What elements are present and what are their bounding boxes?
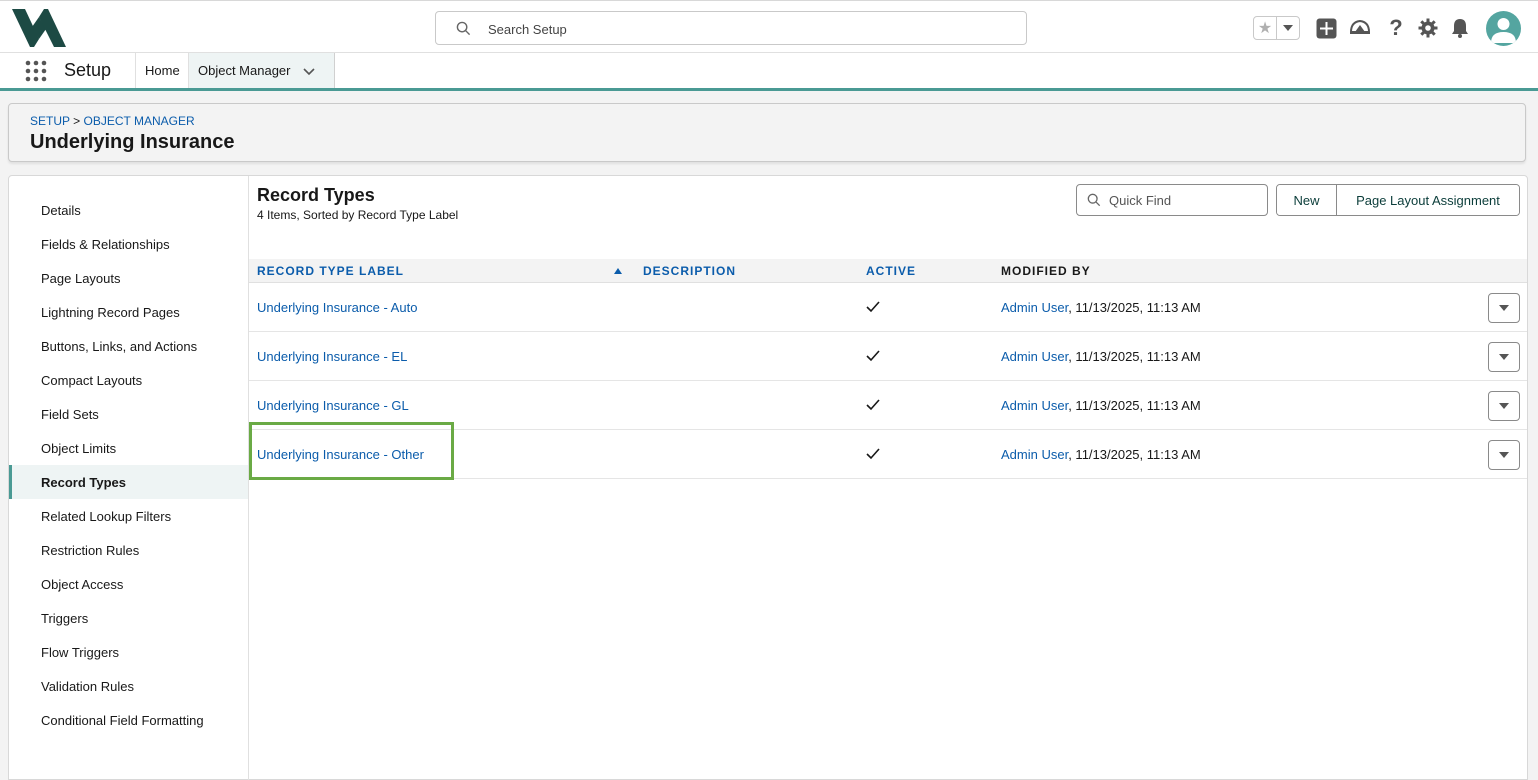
record-type-link[interactable]: Underlying Insurance - Auto	[257, 300, 417, 315]
sidebar-item-compact-layouts[interactable]: Compact Layouts	[9, 363, 248, 397]
search-icon	[456, 21, 471, 36]
favorites-button-group: ★	[1253, 16, 1300, 40]
app-name: Setup	[64, 60, 112, 80]
chevron-down-icon	[1499, 305, 1509, 311]
tab-home-label: Home	[145, 63, 180, 78]
sidebar-item-object-access[interactable]: Object Access	[9, 567, 248, 601]
modified-date: , 11/13/2025, 11:13 AM	[1068, 300, 1201, 315]
sidebar-item-lightning-record-pages[interactable]: Lightning Record Pages	[9, 295, 248, 329]
search-input[interactable]	[488, 19, 1008, 39]
page-title: Underlying Insurance	[30, 131, 235, 153]
favorites-star-icon[interactable]: ★	[1254, 17, 1277, 39]
checkmark-icon	[866, 399, 880, 411]
global-actions-plus-icon[interactable]	[1314, 16, 1338, 40]
modified-date: , 11/13/2025, 11:13 AM	[1068, 447, 1201, 462]
table-row: Underlying Insurance - GL Admin User, 11…	[249, 381, 1527, 430]
main-panel: Details Fields & Relationships Page Layo…	[8, 175, 1528, 780]
setup-gear-icon[interactable]	[1416, 16, 1440, 40]
sidebar-item-validation-rules[interactable]: Validation Rules	[9, 669, 248, 703]
row-actions-button[interactable]	[1488, 342, 1520, 372]
sort-ascending-icon[interactable]	[614, 268, 622, 274]
new-button[interactable]: New	[1277, 185, 1337, 215]
row-actions-button[interactable]	[1488, 440, 1520, 470]
help-icon[interactable]: ?	[1384, 15, 1408, 40]
record-type-label-cell: Underlying Insurance - Other	[257, 447, 424, 462]
app-launcher-icon[interactable]	[25, 60, 47, 82]
favorites-dropdown-icon[interactable]	[1277, 17, 1299, 39]
modified-by-cell: Admin User, 11/13/2025, 11:13 AM	[1001, 349, 1201, 364]
record-types-table: RECORD TYPE LABEL DESCRIPTION ACTIVE MOD…	[249, 259, 1527, 479]
sidebar-item-details[interactable]: Details	[9, 193, 248, 227]
quick-find-input[interactable]	[1109, 191, 1259, 209]
sidebar-item-restriction-rules[interactable]: Restriction Rules	[9, 533, 248, 567]
sidebar-item-triggers[interactable]: Triggers	[9, 601, 248, 635]
checkmark-icon	[866, 448, 880, 460]
chevron-down-icon[interactable]	[302, 65, 315, 77]
chevron-down-icon	[1499, 403, 1509, 409]
record-type-label-cell: Underlying Insurance - GL	[257, 398, 409, 413]
modified-by-cell: Admin User, 11/13/2025, 11:13 AM	[1001, 398, 1201, 413]
modified-user-link[interactable]: Admin User	[1001, 349, 1068, 364]
column-header-record-type-label[interactable]: RECORD TYPE LABEL	[257, 264, 404, 278]
user-avatar-icon[interactable]	[1486, 11, 1521, 46]
breadcrumb-setup-link[interactable]: SETUP	[30, 114, 70, 128]
sidebar-item-record-types[interactable]: Record Types	[9, 465, 248, 499]
chevron-down-icon	[1499, 354, 1509, 360]
modified-date: , 11/13/2025, 11:13 AM	[1068, 398, 1201, 413]
record-type-label-cell: Underlying Insurance - EL	[257, 349, 407, 364]
section-title: Record Types	[257, 185, 375, 205]
tab-home[interactable]: Home	[135, 53, 189, 88]
record-type-link[interactable]: Underlying Insurance - Other	[257, 447, 424, 462]
breadcrumb: SETUP > OBJECT MANAGER	[30, 114, 195, 128]
row-actions-button[interactable]	[1488, 391, 1520, 421]
table-row: Underlying Insurance - EL Admin User, 11…	[249, 332, 1527, 381]
sidebar-item-page-layouts[interactable]: Page Layouts	[9, 261, 248, 295]
sidebar-item-object-limits[interactable]: Object Limits	[9, 431, 248, 465]
notifications-bell-icon[interactable]	[1448, 16, 1472, 40]
record-type-link[interactable]: Underlying Insurance - GL	[257, 398, 409, 413]
sidebar-item-buttons-links-actions[interactable]: Buttons, Links, and Actions	[9, 329, 248, 363]
tab-object-manager[interactable]: Object Manager	[189, 53, 335, 88]
tab-object-manager-label: Object Manager	[198, 63, 291, 78]
quick-find-box[interactable]	[1076, 184, 1268, 216]
sidebar-item-fields-relationships[interactable]: Fields & Relationships	[9, 227, 248, 261]
modified-by-cell: Admin User, 11/13/2025, 11:13 AM	[1001, 447, 1201, 462]
section-subtitle: 4 Items, Sorted by Record Type Label	[257, 208, 459, 222]
page-header: SETUP > OBJECT MANAGER Underlying Insura…	[8, 103, 1526, 162]
breadcrumb-object-manager-link[interactable]: OBJECT MANAGER	[84, 114, 195, 128]
trailhead-icon[interactable]	[1348, 16, 1372, 40]
row-actions-button[interactable]	[1488, 293, 1520, 323]
record-type-label-cell: Underlying Insurance - Auto	[257, 300, 417, 315]
global-header: ★ ?	[0, 0, 1538, 53]
action-button-group: New Page Layout Assignment	[1276, 184, 1520, 216]
sidebar-item-field-sets[interactable]: Field Sets	[9, 397, 248, 431]
modified-user-link[interactable]: Admin User	[1001, 300, 1068, 315]
column-header-modified-by: MODIFIED BY	[1001, 264, 1091, 278]
table-row: Underlying Insurance - Other Admin User,…	[249, 430, 1527, 479]
search-icon	[1087, 193, 1101, 207]
company-logo-icon[interactable]	[12, 9, 66, 47]
checkmark-icon	[866, 301, 880, 313]
column-header-active[interactable]: ACTIVE	[866, 264, 916, 278]
record-types-content: Record Types 4 Items, Sorted by Record T…	[249, 176, 1527, 780]
checkmark-icon	[866, 350, 880, 362]
context-navigation-bar: Setup Home Object Manager	[0, 53, 1538, 91]
modified-date: , 11/13/2025, 11:13 AM	[1068, 349, 1201, 364]
page-layout-assignment-button[interactable]: Page Layout Assignment	[1337, 185, 1519, 215]
sidebar-item-related-lookup-filters[interactable]: Related Lookup Filters	[9, 499, 248, 533]
setup-search-box[interactable]	[435, 11, 1027, 45]
object-sidebar: Details Fields & Relationships Page Layo…	[9, 176, 249, 780]
record-type-link[interactable]: Underlying Insurance - EL	[257, 349, 407, 364]
modified-by-cell: Admin User, 11/13/2025, 11:13 AM	[1001, 300, 1201, 315]
breadcrumb-separator: >	[73, 114, 81, 128]
table-row: Underlying Insurance - Auto Admin User, …	[249, 283, 1527, 332]
modified-user-link[interactable]: Admin User	[1001, 398, 1068, 413]
sidebar-item-flow-triggers[interactable]: Flow Triggers	[9, 635, 248, 669]
chevron-down-icon	[1499, 452, 1509, 458]
sidebar-item-conditional-field-formatting[interactable]: Conditional Field Formatting	[9, 703, 248, 737]
column-header-description[interactable]: DESCRIPTION	[643, 264, 736, 278]
table-header: RECORD TYPE LABEL DESCRIPTION ACTIVE MOD…	[249, 259, 1527, 283]
modified-user-link[interactable]: Admin User	[1001, 447, 1068, 462]
